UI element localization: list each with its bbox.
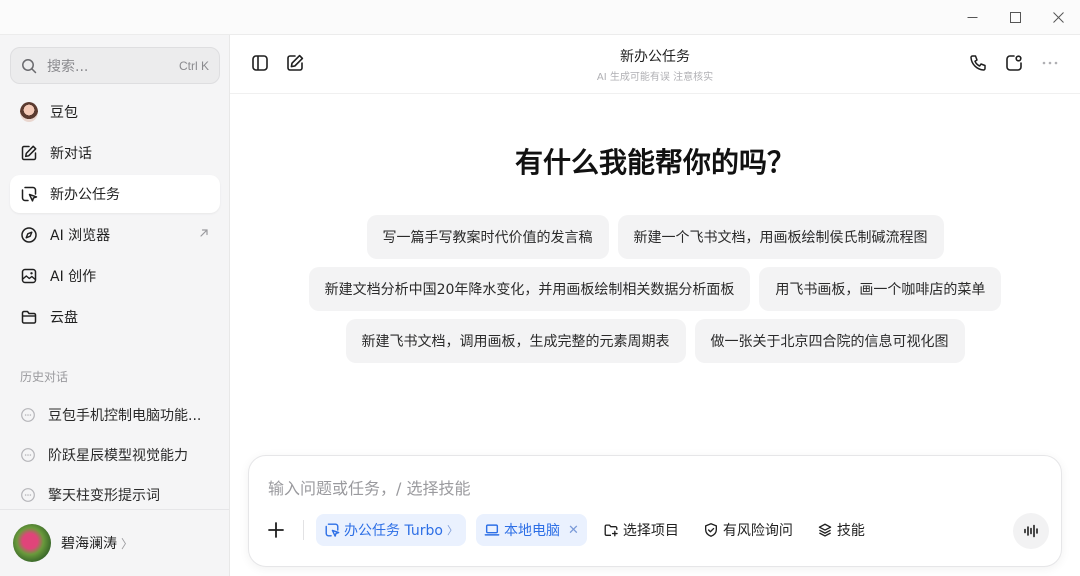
- compass-icon: [21, 227, 37, 243]
- chevron-right-icon: 〉: [121, 536, 134, 551]
- suggestion-row: 新建文档分析中国20年降水变化，并用画板绘制相关数据分析面板 用飞书画板，画一个…: [230, 267, 1080, 311]
- skills-label: 技能: [836, 523, 865, 539]
- more-button[interactable]: [1040, 53, 1060, 73]
- edit-icon: [21, 145, 37, 161]
- chat-subtitle: AI 生成可能有误 注意核实: [596, 72, 714, 83]
- suggestion-chip[interactable]: 新建飞书文档，调用画板，生成完整的元素周期表: [345, 319, 686, 363]
- close-icon[interactable]: ✕: [568, 523, 579, 538]
- message-input[interactable]: 输入问题或任务，/ 选择技能: [268, 475, 470, 499]
- window-controls: [951, 0, 1080, 35]
- office-task-icon: [21, 186, 38, 202]
- plus-icon: [268, 522, 284, 538]
- history-list: 豆包手机控制电脑功能... 阶跃星辰模型视觉能力 擎天柱变形提示词: [10, 395, 220, 515]
- sidebar-item-label: 豆包: [50, 105, 78, 121]
- close-icon: [1053, 12, 1064, 23]
- window-titlebar: [0, 0, 1080, 35]
- user-name: 碧海澜涛: [61, 536, 117, 552]
- sidebar-item-label: AI 浏览器: [50, 228, 111, 244]
- phone-icon: [970, 55, 986, 71]
- shield-check-icon: [704, 523, 717, 537]
- external-link-icon: [200, 229, 208, 237]
- chat-header: 新办公任务 AI 生成可能有误 注意核实: [230, 35, 1080, 94]
- search-placeholder: 搜索...: [47, 58, 89, 75]
- history-item-label: 豆包手机控制电脑功能...: [48, 408, 202, 424]
- layers-icon: [818, 523, 832, 537]
- history-section-title: 历史对话: [20, 370, 69, 384]
- minimize-button[interactable]: [951, 0, 994, 35]
- search-icon: [22, 58, 37, 73]
- mode-selector-button[interactable]: 办公任务 Turbo 〉: [316, 514, 466, 546]
- risk-confirm-toggle[interactable]: 有风险询问: [697, 514, 799, 546]
- sidebar-item-new-chat[interactable]: 新对话: [10, 134, 220, 172]
- sidebar-item-office-task[interactable]: 新办公任务: [10, 175, 220, 213]
- welcome-headline: 有什么我能帮你的吗？: [514, 146, 795, 179]
- voice-wave-icon: [1024, 524, 1038, 538]
- search-box[interactable]: 搜索... Ctrl K: [10, 47, 220, 84]
- close-button[interactable]: [1037, 0, 1080, 35]
- search-shortcut: Ctrl K: [179, 58, 209, 73]
- composer-toolbar: 办公任务 Turbo 〉 本地电脑 ✕ 选择项目 有风险询问 技能: [263, 513, 883, 547]
- history-item[interactable]: 豆包手机控制电脑功能...: [10, 395, 220, 435]
- sidebar-item-ai-create[interactable]: AI 创作: [10, 257, 220, 295]
- maximize-button[interactable]: [994, 0, 1037, 35]
- suggestion-chip[interactable]: 做一张关于北京四合院的信息可视化图: [694, 319, 965, 363]
- history-item-label: 阶跃星辰模型视觉能力: [48, 448, 188, 464]
- sidebar-item-label: 云盘: [50, 310, 78, 326]
- call-button[interactable]: [968, 53, 988, 73]
- avatar-icon: [20, 102, 38, 122]
- add-attachment-button[interactable]: [263, 517, 289, 543]
- share-button[interactable]: [1004, 53, 1024, 73]
- laptop-icon: [484, 524, 500, 536]
- history-item-label: 擎天柱变形提示词: [48, 488, 160, 504]
- folder-icon: [21, 310, 37, 324]
- sidebar-item-ai-browser[interactable]: AI 浏览器: [10, 216, 220, 254]
- sidebar-item-cloud-drive[interactable]: 云盘: [10, 298, 220, 336]
- skills-button[interactable]: 技能: [811, 514, 871, 546]
- chat-bubble-icon: [21, 408, 35, 422]
- voice-input-button[interactable]: [1013, 513, 1049, 549]
- chevron-right-icon: 〉: [446, 524, 458, 537]
- history-item[interactable]: 阶跃星辰模型视觉能力: [10, 435, 220, 475]
- avatar: [13, 524, 51, 562]
- chat-bubble-icon: [21, 448, 35, 462]
- device-label: 本地电脑: [503, 523, 560, 539]
- suggestion-chip[interactable]: 新建一个飞书文档，用画板绘制侯氏制碱流程图: [617, 215, 944, 259]
- sidebar-item-doubao[interactable]: 豆包: [10, 93, 220, 131]
- mode-label: 办公任务 Turbo: [344, 523, 443, 539]
- risk-confirm-label: 有风险询问: [722, 523, 793, 539]
- suggestion-row: 写一篇手写教案时代价值的发言稿 新建一个飞书文档，用画板绘制侯氏制碱流程图: [230, 215, 1080, 259]
- device-selector-button[interactable]: 本地电脑 ✕: [475, 514, 587, 546]
- user-profile[interactable]: 碧海澜涛 〉: [0, 509, 229, 576]
- suggestion-chip[interactable]: 用飞书画板，画一个咖啡店的菜单: [759, 267, 1002, 311]
- chat-title: 新办公任务: [620, 49, 690, 65]
- sidebar-item-label: 新办公任务: [50, 187, 120, 203]
- toolbar-divider: [303, 520, 304, 540]
- office-task-icon: [325, 523, 340, 537]
- sidebar-nav: 豆包 新对话 新办公任务 AI 浏览器 AI 创作 云盘: [10, 93, 220, 339]
- chat-bubble-icon: [21, 488, 35, 502]
- maximize-icon: [1010, 12, 1021, 23]
- suggestion-row: 新建飞书文档，调用画板，生成完整的元素周期表 做一张关于北京四合院的信息可视化图: [230, 319, 1080, 363]
- sidebar: 搜索... Ctrl K 豆包 新对话 新办公任务 AI 浏览器 AI 创作 云…: [0, 35, 230, 576]
- sidebar-item-label: AI 创作: [50, 269, 97, 285]
- suggestion-chip[interactable]: 写一篇手写教案时代价值的发言稿: [366, 215, 609, 259]
- select-project-label: 选择项目: [622, 523, 679, 539]
- message-composer: 输入问题或任务，/ 选择技能 办公任务 Turbo 〉 本地电脑 ✕ 选择项目 …: [248, 455, 1062, 567]
- folder-plus-icon: [604, 524, 618, 537]
- more-icon: [1042, 61, 1058, 65]
- suggestion-chip[interactable]: 新建文档分析中国20年降水变化，并用画板绘制相关数据分析面板: [308, 267, 751, 311]
- minimize-icon: [967, 17, 978, 18]
- select-project-button[interactable]: 选择项目: [597, 514, 685, 546]
- image-create-icon: [21, 268, 37, 284]
- chat-share-icon: [1006, 55, 1022, 71]
- sidebar-item-label: 新对话: [50, 146, 92, 162]
